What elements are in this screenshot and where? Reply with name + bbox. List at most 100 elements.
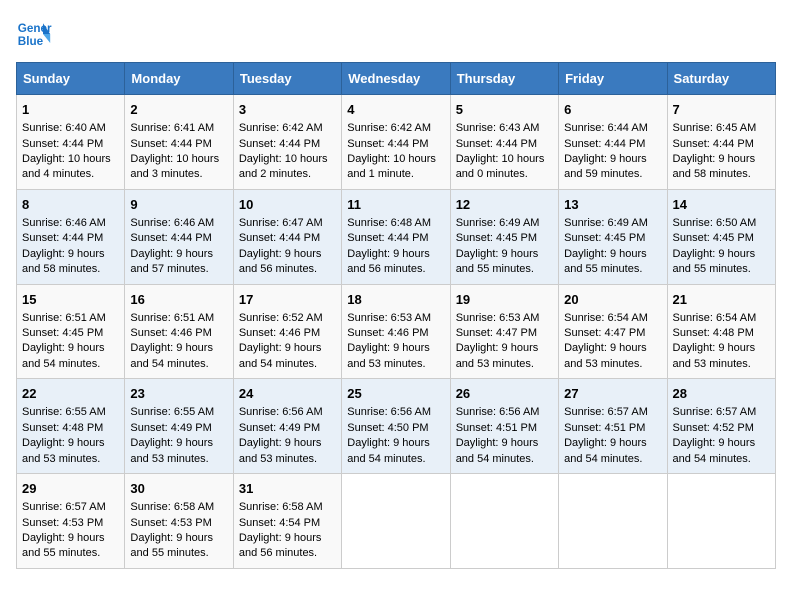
cell-text: Sunset: 4:46 PM (130, 327, 211, 339)
calendar-cell: 23Sunrise: 6:55 AMSunset: 4:49 PMDayligh… (125, 379, 233, 474)
cell-text: and 55 minutes. (130, 547, 208, 559)
cell-text: and 58 minutes. (673, 168, 751, 180)
cell-text: Sunrise: 6:48 AM (347, 217, 431, 229)
logo: General Blue (16, 16, 52, 52)
cell-text: Sunset: 4:46 PM (347, 327, 428, 339)
cell-text: Daylight: 9 hours (239, 248, 322, 260)
day-number: 11 (347, 196, 444, 214)
calendar-cell: 24Sunrise: 6:56 AMSunset: 4:49 PMDayligh… (233, 379, 341, 474)
cell-text: Sunrise: 6:49 AM (456, 217, 540, 229)
cell-text: Sunrise: 6:43 AM (456, 122, 540, 134)
cell-text: and 56 minutes. (239, 547, 317, 559)
cell-text: Sunset: 4:51 PM (456, 422, 537, 434)
cell-text: Sunrise: 6:53 AM (347, 312, 431, 324)
cell-text: Daylight: 9 hours (456, 342, 539, 354)
svg-text:Blue: Blue (18, 35, 44, 48)
cell-text: Daylight: 9 hours (673, 153, 756, 165)
day-number: 19 (456, 291, 553, 309)
cell-text: Sunrise: 6:55 AM (130, 406, 214, 418)
cell-text: Sunrise: 6:58 AM (239, 501, 323, 513)
cell-text: Sunset: 4:44 PM (347, 138, 428, 150)
cell-text: Sunrise: 6:53 AM (456, 312, 540, 324)
cell-text: Sunrise: 6:50 AM (673, 217, 757, 229)
cell-text: Sunrise: 6:56 AM (347, 406, 431, 418)
cell-text: Sunrise: 6:52 AM (239, 312, 323, 324)
cell-text: Daylight: 9 hours (564, 248, 647, 260)
day-number: 16 (130, 291, 227, 309)
calendar-cell (342, 474, 450, 569)
cell-text: Sunrise: 6:47 AM (239, 217, 323, 229)
calendar-cell: 21Sunrise: 6:54 AMSunset: 4:48 PMDayligh… (667, 284, 775, 379)
calendar-cell: 12Sunrise: 6:49 AMSunset: 4:45 PMDayligh… (450, 189, 558, 284)
calendar-cell: 3Sunrise: 6:42 AMSunset: 4:44 PMDaylight… (233, 95, 341, 190)
cell-text: Daylight: 10 hours (22, 153, 111, 165)
calendar-cell: 27Sunrise: 6:57 AMSunset: 4:51 PMDayligh… (559, 379, 667, 474)
day-number: 17 (239, 291, 336, 309)
day-number: 25 (347, 385, 444, 403)
cell-text: and 55 minutes. (673, 263, 751, 275)
calendar-table: SundayMondayTuesdayWednesdayThursdayFrid… (16, 62, 776, 569)
cell-text: Sunset: 4:44 PM (239, 138, 320, 150)
cell-text: Sunset: 4:48 PM (673, 327, 754, 339)
cell-text: Daylight: 9 hours (564, 153, 647, 165)
col-header-saturday: Saturday (667, 63, 775, 95)
cell-text: Sunset: 4:44 PM (347, 232, 428, 244)
day-number: 9 (130, 196, 227, 214)
cell-text: Sunset: 4:46 PM (239, 327, 320, 339)
cell-text: and 0 minutes. (456, 168, 528, 180)
week-row-4: 22Sunrise: 6:55 AMSunset: 4:48 PMDayligh… (17, 379, 776, 474)
cell-text: and 58 minutes. (22, 263, 100, 275)
cell-text: and 55 minutes. (564, 263, 642, 275)
day-number: 24 (239, 385, 336, 403)
calendar-cell: 25Sunrise: 6:56 AMSunset: 4:50 PMDayligh… (342, 379, 450, 474)
cell-text: Daylight: 10 hours (456, 153, 545, 165)
cell-text: Sunrise: 6:51 AM (130, 312, 214, 324)
day-number: 26 (456, 385, 553, 403)
cell-text: Daylight: 9 hours (347, 437, 430, 449)
cell-text: Daylight: 9 hours (22, 342, 105, 354)
cell-text: and 57 minutes. (130, 263, 208, 275)
cell-text: and 59 minutes. (564, 168, 642, 180)
calendar-cell: 7Sunrise: 6:45 AMSunset: 4:44 PMDaylight… (667, 95, 775, 190)
calendar-cell: 18Sunrise: 6:53 AMSunset: 4:46 PMDayligh… (342, 284, 450, 379)
calendar-cell: 5Sunrise: 6:43 AMSunset: 4:44 PMDaylight… (450, 95, 558, 190)
cell-text: Sunrise: 6:57 AM (564, 406, 648, 418)
cell-text: Sunrise: 6:42 AM (239, 122, 323, 134)
cell-text: Sunset: 4:44 PM (456, 138, 537, 150)
day-number: 2 (130, 101, 227, 119)
cell-text: and 55 minutes. (456, 263, 534, 275)
cell-text: and 54 minutes. (130, 358, 208, 370)
cell-text: and 53 minutes. (22, 453, 100, 465)
cell-text: and 53 minutes. (130, 453, 208, 465)
week-row-1: 1Sunrise: 6:40 AMSunset: 4:44 PMDaylight… (17, 95, 776, 190)
cell-text: Sunset: 4:44 PM (239, 232, 320, 244)
cell-text: and 53 minutes. (347, 358, 425, 370)
day-number: 12 (456, 196, 553, 214)
calendar-cell: 28Sunrise: 6:57 AMSunset: 4:52 PMDayligh… (667, 379, 775, 474)
day-number: 4 (347, 101, 444, 119)
calendar-cell: 10Sunrise: 6:47 AMSunset: 4:44 PMDayligh… (233, 189, 341, 284)
day-number: 28 (673, 385, 770, 403)
cell-text: Daylight: 10 hours (130, 153, 219, 165)
cell-text: Sunset: 4:44 PM (673, 138, 754, 150)
cell-text: and 54 minutes. (456, 453, 534, 465)
calendar-cell: 13Sunrise: 6:49 AMSunset: 4:45 PMDayligh… (559, 189, 667, 284)
cell-text: Daylight: 9 hours (456, 248, 539, 260)
calendar-cell: 17Sunrise: 6:52 AMSunset: 4:46 PMDayligh… (233, 284, 341, 379)
cell-text: Sunset: 4:47 PM (564, 327, 645, 339)
cell-text: Daylight: 9 hours (22, 437, 105, 449)
cell-text: Sunset: 4:53 PM (22, 517, 103, 529)
day-number: 1 (22, 101, 119, 119)
cell-text: Sunrise: 6:54 AM (673, 312, 757, 324)
col-header-sunday: Sunday (17, 63, 125, 95)
day-number: 15 (22, 291, 119, 309)
cell-text: Daylight: 10 hours (347, 153, 436, 165)
cell-text: and 56 minutes. (239, 263, 317, 275)
day-number: 27 (564, 385, 661, 403)
cell-text: Sunset: 4:53 PM (130, 517, 211, 529)
cell-text: Sunrise: 6:56 AM (456, 406, 540, 418)
cell-text: Sunset: 4:45 PM (673, 232, 754, 244)
day-number: 31 (239, 480, 336, 498)
calendar-cell: 4Sunrise: 6:42 AMSunset: 4:44 PMDaylight… (342, 95, 450, 190)
week-row-3: 15Sunrise: 6:51 AMSunset: 4:45 PMDayligh… (17, 284, 776, 379)
